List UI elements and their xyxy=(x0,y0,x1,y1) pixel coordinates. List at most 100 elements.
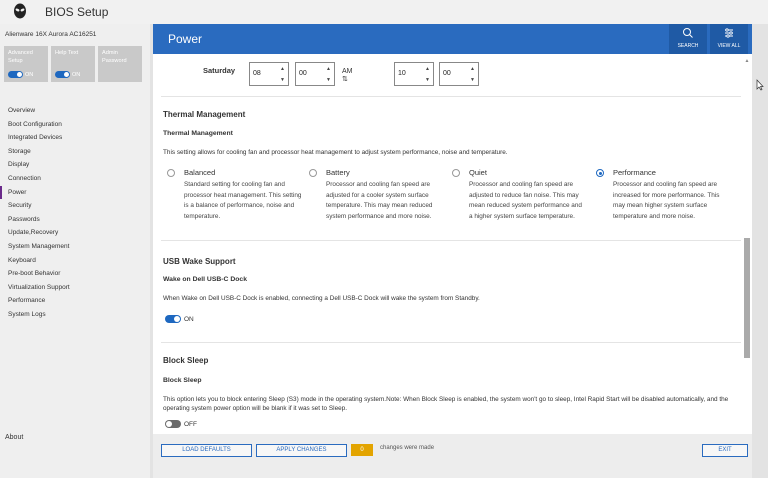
scroll-up-icon[interactable]: ▲ xyxy=(744,58,750,64)
advanced-setup-toggle-wrap[interactable]: ON xyxy=(8,71,33,78)
sidebar-item-passwords[interactable]: Passwords xyxy=(0,213,150,227)
help-text-box[interactable]: Help Text ON xyxy=(51,46,95,82)
sidebar-item-integrated-devices[interactable]: Integrated Devices xyxy=(0,131,150,145)
block-sleep-setting-name: Block Sleep xyxy=(163,377,202,384)
search-label: SEARCH xyxy=(677,43,699,49)
sidebar-item-system-management[interactable]: System Management xyxy=(0,240,150,254)
sidebar-item-overview[interactable]: Overview xyxy=(0,104,150,118)
minute2-up-icon[interactable]: ▲ xyxy=(470,66,475,72)
load-defaults-button[interactable]: LOAD DEFAULTS xyxy=(161,444,252,457)
minute-value: 00 xyxy=(299,70,307,77)
view-all-button[interactable]: VIEW ALL xyxy=(710,24,748,54)
system-model: Alienware 16X Aurora AC16251 xyxy=(5,31,97,38)
performance-label: Performance xyxy=(613,168,656,177)
help-text-toggle-wrap[interactable]: ON xyxy=(55,71,80,78)
sidebar: Alienware 16X Aurora AC16251 Advanced Se… xyxy=(0,24,150,478)
sidebar-item-security[interactable]: Security xyxy=(0,199,150,213)
usb-wake-setting-name: Wake on Dell USB-C Dock xyxy=(163,276,247,283)
ampm-swap-icon: ⇅ xyxy=(342,76,348,83)
balanced-radio[interactable] xyxy=(167,169,175,177)
help-text-label: Help Text xyxy=(55,50,79,56)
advanced-setup-label: Advanced Setup xyxy=(8,50,33,64)
thermal-description: This setting allows for cooling fan and … xyxy=(163,149,508,156)
exit-button[interactable]: EXIT xyxy=(702,444,748,457)
sidebar-item-pre-boot-behavior[interactable]: Pre-boot Behavior xyxy=(0,267,150,281)
block-sleep-description: This option lets you to block entering S… xyxy=(163,396,729,412)
hour-spinner[interactable]: 08 ▲ ▼ xyxy=(249,62,289,86)
performance-description: Processor and cooling fan speed are incr… xyxy=(613,181,720,220)
advanced-setup-box[interactable]: Advanced Setup ON xyxy=(4,46,48,82)
hour-up-icon[interactable]: ▲ xyxy=(280,66,285,72)
thermal-section-title: Thermal Management xyxy=(163,110,246,119)
page-header: Power SEARCH VIEW ALL xyxy=(153,24,752,54)
hour2-up-icon[interactable]: ▲ xyxy=(425,66,430,72)
usb-wake-section-title: USB Wake Support xyxy=(163,257,236,266)
footer-bar: LOAD DEFAULTS APPLY CHANGES 0 changes we… xyxy=(153,434,752,478)
settings-content: Saturday 08 ▲ ▼ 00 ▲ ▼ AM ⇅ 10 ▲ ▼ 00 ▲ … xyxy=(153,54,752,434)
sidebar-item-storage[interactable]: Storage xyxy=(0,145,150,159)
sidebar-item-update-recovery[interactable]: Update,Recovery xyxy=(0,226,150,240)
block-sleep-toggle[interactable] xyxy=(165,420,181,428)
changes-count-badge: 0 xyxy=(351,444,373,456)
block-sleep-section-title: Block Sleep xyxy=(163,356,209,365)
top-bar: BIOS Setup xyxy=(0,0,768,24)
battery-radio[interactable] xyxy=(309,169,317,177)
advanced-setup-toggle-label: ON xyxy=(25,71,34,78)
schedule-day-label: Saturday xyxy=(203,66,236,75)
ampm-toggle[interactable]: AM ⇅ xyxy=(342,68,353,83)
sidebar-nav: Overview Boot Configuration Integrated D… xyxy=(0,104,150,322)
minute2-value: 00 xyxy=(443,70,451,77)
mouse-cursor-icon xyxy=(756,79,764,91)
block-sleep-toggle-row[interactable]: OFF xyxy=(165,420,197,428)
search-icon xyxy=(683,28,693,38)
view-all-icon xyxy=(725,28,733,38)
hour2-spinner[interactable]: 10 ▲ ▼ xyxy=(394,62,434,86)
minute-down-icon[interactable]: ▼ xyxy=(326,77,331,83)
scroll-thumb[interactable] xyxy=(744,238,750,358)
app-title: BIOS Setup xyxy=(45,5,109,19)
quiet-radio[interactable] xyxy=(452,169,460,177)
block-sleep-toggle-label: OFF xyxy=(184,420,197,428)
usb-wake-toggle-label: ON xyxy=(184,315,194,323)
sidebar-item-keyboard[interactable]: Keyboard xyxy=(0,254,150,268)
sidebar-item-about[interactable]: About xyxy=(5,434,23,441)
section-divider xyxy=(161,342,741,343)
sidebar-item-boot-configuration[interactable]: Boot Configuration xyxy=(0,118,150,132)
battery-label: Battery xyxy=(326,168,350,177)
sidebar-item-power[interactable]: Power xyxy=(0,185,150,200)
page-title: Power xyxy=(168,32,203,46)
apply-changes-button[interactable]: APPLY CHANGES xyxy=(256,444,347,457)
hour2-down-icon[interactable]: ▼ xyxy=(425,77,430,83)
section-divider xyxy=(161,240,741,241)
sidebar-item-virtualization-support[interactable]: Virtualization Support xyxy=(0,281,150,295)
usb-wake-toggle[interactable] xyxy=(165,315,181,323)
sidebar-item-display[interactable]: Display xyxy=(0,158,150,172)
help-text-toggle-label: ON xyxy=(72,71,81,78)
usb-wake-description: When Wake on Dell USB-C Dock is enabled,… xyxy=(163,295,480,302)
help-text-toggle[interactable] xyxy=(55,71,70,78)
content-scrollbar[interactable]: ▲ xyxy=(744,58,750,430)
admin-password-box[interactable]: Admin Password xyxy=(98,46,142,82)
sidebar-item-system-logs[interactable]: System Logs xyxy=(0,308,150,322)
minute-up-icon[interactable]: ▲ xyxy=(326,66,331,72)
balanced-label: Balanced xyxy=(184,168,216,177)
search-button[interactable]: SEARCH xyxy=(669,24,707,54)
advanced-setup-toggle[interactable] xyxy=(8,71,23,78)
alienware-logo-icon xyxy=(14,3,26,19)
changes-status-text: changes were made xyxy=(380,445,435,451)
sidebar-item-connection[interactable]: Connection xyxy=(0,172,150,186)
view-all-label: VIEW ALL xyxy=(717,43,741,49)
hour-value: 08 xyxy=(253,70,261,77)
battery-description: Processor and cooling fan speed are adju… xyxy=(326,181,433,220)
performance-radio[interactable] xyxy=(596,169,604,177)
section-divider xyxy=(161,96,741,97)
hour2-value: 10 xyxy=(398,70,406,77)
hour-down-icon[interactable]: ▼ xyxy=(280,77,285,83)
minute-spinner[interactable]: 00 ▲ ▼ xyxy=(295,62,335,86)
sidebar-item-performance[interactable]: Performance xyxy=(0,294,150,308)
admin-password-label: Admin Password xyxy=(102,50,127,64)
usb-wake-toggle-row[interactable]: ON xyxy=(165,315,194,323)
minute2-down-icon[interactable]: ▼ xyxy=(470,77,475,83)
minute2-spinner[interactable]: 00 ▲ ▼ xyxy=(439,62,479,86)
quiet-description: Processor and cooling fan speed are adju… xyxy=(469,181,582,220)
